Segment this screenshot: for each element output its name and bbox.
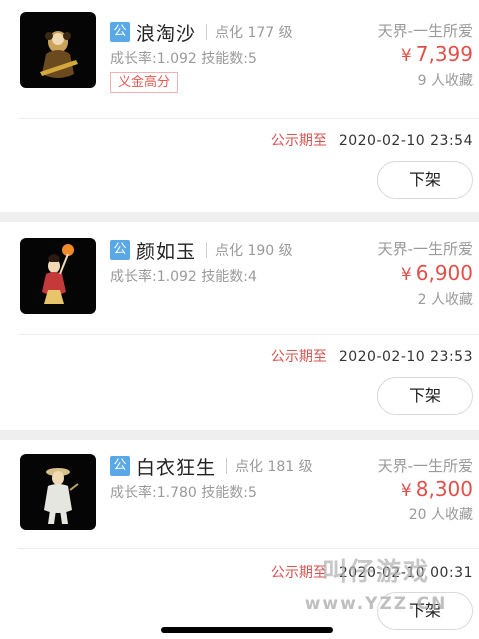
deadline-label: 公示期至 [270,133,327,149]
stats-text: 成长率:1.092 技能数:5 [110,51,257,67]
divider [18,334,479,335]
listing-card[interactable]: 公 颜如玉 点化 190 级 成长率:1.092 技能数:4 天界-一生所爱 ¥… [0,222,479,430]
deadline-time: 2020-02-10 00:31 [338,565,473,581]
deadline-row: 公示期至 2020-02-10 23:54 [271,130,473,150]
level-text: 点化 177 级 [215,25,293,41]
price-value: 6,900 [415,261,473,285]
price: ¥6,900 [401,261,473,285]
pet-name: 颜如玉 [136,240,197,263]
server-name: 天界-一生所爱 [377,457,473,475]
deadline-row: 公示期至 2020-02-10 23:53 [271,346,473,366]
price: ¥7,399 [401,42,473,66]
deadline-label: 公示期至 [270,349,327,365]
deadline-label: 公示期至 [270,565,327,581]
currency-symbol: ¥ [400,265,412,285]
server-name: 天界-一生所爱 [377,22,473,40]
delist-button[interactable]: 下架 [377,377,473,415]
delist-button[interactable]: 下架 [377,592,473,630]
currency-symbol: ¥ [400,46,412,66]
listing-card[interactable]: 公 浪淘沙 点化 177 级 成长率:1.092 技能数:5 义金高分 天界-一… [0,0,479,212]
price-value: 7,399 [415,42,473,66]
stats-text: 成长率:1.092 技能数:4 [110,269,257,285]
stats-text: 成长率:1.780 技能数:5 [110,485,257,501]
level-text: 点化 190 级 [215,243,293,259]
home-indicator[interactable] [161,627,333,633]
favorites-count: 20 人收藏 [408,507,473,523]
character-portrait-icon[interactable] [20,454,96,530]
tag-badge: 义金高分 [110,72,179,93]
public-badge: 公 [110,240,130,260]
deadline-time: 2020-02-10 23:53 [338,349,473,365]
divider [206,24,208,40]
level-text: 点化 181 级 [235,459,313,475]
price: ¥8,300 [401,477,473,501]
server-name: 天界-一生所爱 [377,240,473,258]
deadline-time: 2020-02-10 23:54 [338,133,473,149]
divider [226,458,228,474]
character-portrait-icon[interactable] [20,238,96,314]
section-gap [0,430,479,440]
currency-symbol: ¥ [400,481,412,501]
public-badge: 公 [110,22,130,42]
public-badge: 公 [110,456,130,476]
divider [206,242,208,258]
character-portrait-icon[interactable] [20,12,96,88]
deadline-row: 公示期至 2020-02-10 00:31 [271,562,473,582]
favorites-count: 9 人收藏 [417,73,473,89]
listing-card[interactable]: 公 白衣狂生 点化 181 级 成长率:1.780 技能数:5 天界-一生所爱 … [0,440,479,639]
favorites-count: 2 人收藏 [417,292,473,308]
price-value: 8,300 [415,477,473,501]
pet-name: 白衣狂生 [136,456,217,479]
divider [18,548,479,549]
pet-name: 浪淘沙 [136,22,197,45]
delist-button[interactable]: 下架 [377,161,473,199]
divider [18,118,479,119]
section-gap [0,212,479,222]
